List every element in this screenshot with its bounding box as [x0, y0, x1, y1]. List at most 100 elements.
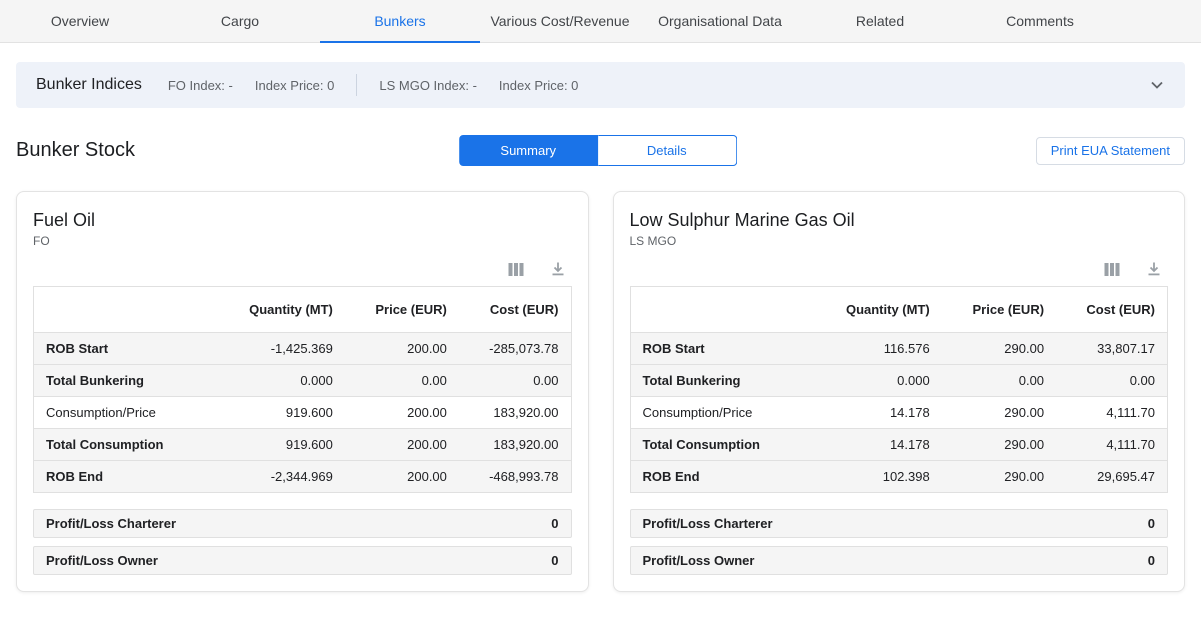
vertical-divider: [356, 74, 357, 96]
cell-cost: 0.00: [1056, 365, 1167, 397]
tab-bar: Overview Cargo Bunkers Various Cost/Reve…: [0, 0, 1201, 43]
profit-loss-charterer-row: Profit/Loss Charterer 0: [33, 509, 572, 538]
cell-price: 200.00: [345, 333, 459, 365]
col-header-blank: [34, 287, 217, 333]
cell-quantity: 14.178: [813, 429, 942, 461]
bunker-cards: Fuel Oil FO Quantity (MT) Price (EUR) Co…: [16, 191, 1185, 592]
cell-quantity: 116.576: [813, 333, 942, 365]
card-title: Low Sulphur Marine Gas Oil: [630, 210, 1169, 231]
row-label: Total Bunkering: [630, 365, 813, 397]
table-header-row: Quantity (MT) Price (EUR) Cost (EUR): [630, 287, 1168, 333]
tab-cargo[interactable]: Cargo: [160, 0, 320, 42]
row-label: Total Bunkering: [34, 365, 217, 397]
cell-price: 290.00: [942, 397, 1056, 429]
bunker-stock-header: Bunker Stock Summary Details Print EUA S…: [16, 135, 1185, 166]
fo-index-price-value: Index Price: 0: [255, 78, 335, 93]
row-label: Total Consumption: [630, 429, 813, 461]
cell-cost: 4,111.70: [1056, 397, 1167, 429]
cell-cost: -468,993.78: [459, 461, 571, 493]
col-header-blank: [630, 287, 813, 333]
table-row-consumption-price: Consumption/Price 14.178 290.00 4,111.70: [630, 397, 1168, 429]
bunker-indices-title: Bunker Indices: [36, 76, 142, 94]
cell-quantity: 0.000: [216, 365, 345, 397]
profit-label: Profit/Loss Owner: [46, 553, 158, 568]
print-eua-statement-button[interactable]: Print EUA Statement: [1036, 137, 1185, 165]
row-label: Total Consumption: [34, 429, 217, 461]
cell-quantity: 14.178: [813, 397, 942, 429]
table-row-rob-start: ROB Start 116.576 290.00 33,807.17: [630, 333, 1168, 365]
tab-overview[interactable]: Overview: [0, 0, 160, 42]
card-subtitle: FO: [33, 234, 572, 248]
cell-price: 290.00: [942, 333, 1056, 365]
tab-comments[interactable]: Comments: [960, 0, 1120, 42]
col-header-quantity: Quantity (MT): [813, 287, 942, 333]
cell-quantity: 919.600: [216, 397, 345, 429]
cell-price: 200.00: [345, 429, 459, 461]
profit-value: 0: [1148, 516, 1155, 531]
columns-icon[interactable]: [1104, 262, 1120, 277]
cell-quantity: -1,425.369: [216, 333, 345, 365]
fuel-oil-table: Quantity (MT) Price (EUR) Cost (EUR) ROB…: [33, 286, 572, 493]
cell-cost: 183,920.00: [459, 397, 571, 429]
table-row-rob-end: ROB End -2,344.969 200.00 -468,993.78: [34, 461, 572, 493]
summary-toggle-button[interactable]: Summary: [459, 135, 598, 166]
cell-price: 290.00: [942, 429, 1056, 461]
row-label: ROB End: [34, 461, 217, 493]
download-icon[interactable]: [1146, 261, 1162, 277]
ls-mgo-table: Quantity (MT) Price (EUR) Cost (EUR) ROB…: [630, 286, 1169, 493]
table-row-total-consumption: Total Consumption 14.178 290.00 4,111.70: [630, 429, 1168, 461]
profit-loss-charterer-row: Profit/Loss Charterer 0: [630, 509, 1169, 538]
cell-price: 200.00: [345, 397, 459, 429]
fo-index-value: FO Index: -: [168, 78, 233, 93]
profit-loss-owner-row: Profit/Loss Owner 0: [33, 546, 572, 575]
page-title: Bunker Stock: [16, 139, 135, 162]
cell-cost: 183,920.00: [459, 429, 571, 461]
ls-mgo-index-value: LS MGO Index: -: [379, 78, 477, 93]
table-row-total-bunkering: Total Bunkering 0.000 0.00 0.00: [34, 365, 572, 397]
profit-loss-owner-row: Profit/Loss Owner 0: [630, 546, 1169, 575]
ls-mgo-card: Low Sulphur Marine Gas Oil LS MGO Quanti…: [613, 191, 1186, 592]
tab-bunkers[interactable]: Bunkers: [320, 0, 480, 42]
profit-value: 0: [551, 516, 558, 531]
cell-cost: 0.00: [459, 365, 571, 397]
cell-price: 0.00: [942, 365, 1056, 397]
col-header-cost: Cost (EUR): [1056, 287, 1167, 333]
row-label: ROB Start: [34, 333, 217, 365]
table-row-rob-start: ROB Start -1,425.369 200.00 -285,073.78: [34, 333, 572, 365]
card-subtitle: LS MGO: [630, 234, 1169, 248]
cell-cost: 29,695.47: [1056, 461, 1167, 493]
profit-label: Profit/Loss Charterer: [46, 516, 176, 531]
tab-organisational-data[interactable]: Organisational Data: [640, 0, 800, 42]
chevron-down-icon[interactable]: [1149, 77, 1165, 93]
col-header-price: Price (EUR): [345, 287, 459, 333]
row-label: ROB Start: [630, 333, 813, 365]
download-icon[interactable]: [550, 261, 566, 277]
cell-quantity: -2,344.969: [216, 461, 345, 493]
table-row-rob-end: ROB End 102.398 290.00 29,695.47: [630, 461, 1168, 493]
table-header-row: Quantity (MT) Price (EUR) Cost (EUR): [34, 287, 572, 333]
cell-quantity: 919.600: [216, 429, 345, 461]
bunker-indices-bar: Bunker Indices FO Index: - Index Price: …: [16, 62, 1185, 108]
cell-cost: -285,073.78: [459, 333, 571, 365]
row-label: Consumption/Price: [630, 397, 813, 429]
card-title: Fuel Oil: [33, 210, 572, 231]
cell-price: 0.00: [345, 365, 459, 397]
profit-label: Profit/Loss Owner: [643, 553, 755, 568]
profit-value: 0: [1148, 553, 1155, 568]
details-toggle-button[interactable]: Details: [598, 135, 737, 166]
profit-value: 0: [551, 553, 558, 568]
cell-quantity: 102.398: [813, 461, 942, 493]
profit-label: Profit/Loss Charterer: [643, 516, 773, 531]
col-header-quantity: Quantity (MT): [216, 287, 345, 333]
table-row-total-bunkering: Total Bunkering 0.000 0.00 0.00: [630, 365, 1168, 397]
row-label: Consumption/Price: [34, 397, 217, 429]
cell-price: 290.00: [942, 461, 1056, 493]
columns-icon[interactable]: [508, 262, 524, 277]
tab-various-cost-revenue[interactable]: Various Cost/Revenue: [480, 0, 640, 42]
cell-quantity: 0.000: [813, 365, 942, 397]
tab-related[interactable]: Related: [800, 0, 960, 42]
ls-mgo-index-price-value: Index Price: 0: [499, 78, 579, 93]
fuel-oil-card: Fuel Oil FO Quantity (MT) Price (EUR) Co…: [16, 191, 589, 592]
table-row-total-consumption: Total Consumption 919.600 200.00 183,920…: [34, 429, 572, 461]
col-header-price: Price (EUR): [942, 287, 1056, 333]
